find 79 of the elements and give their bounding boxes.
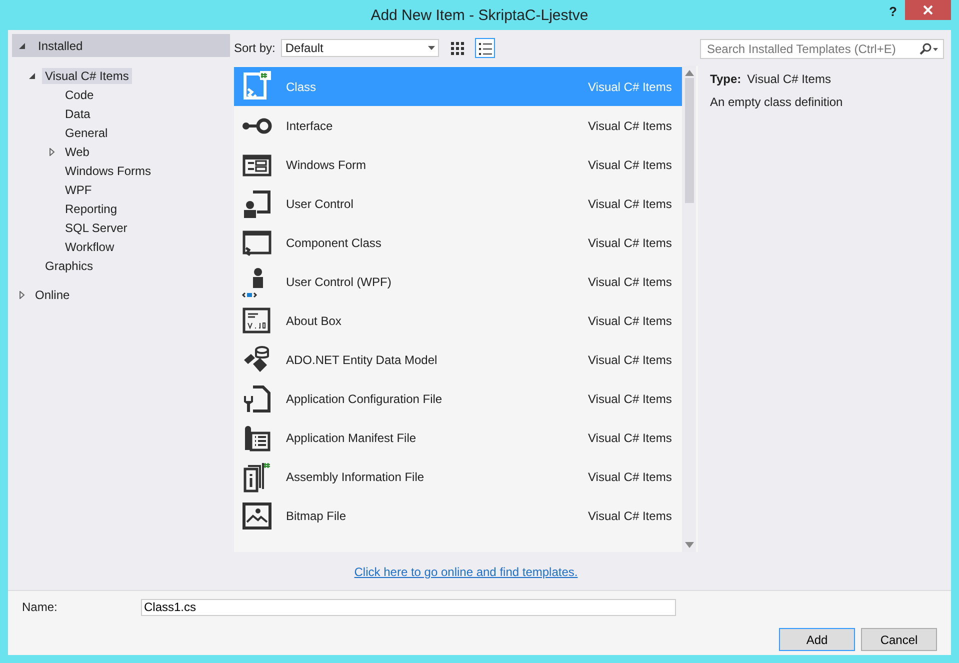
tree-item[interactable]: Graphics [42, 258, 96, 274]
template-row[interactable]: Application Configuration File Visual C# Items [234, 379, 682, 418]
image-icon [241, 500, 273, 532]
tree-item[interactable]: Data [62, 106, 94, 122]
section-header[interactable]: Installed [12, 34, 230, 57]
list-view-button[interactable] [475, 38, 496, 58]
tree-item[interactable]: Web [62, 144, 92, 160]
sort-dropdown[interactable]: Default [281, 39, 440, 57]
template-row[interactable]: User Control Visual C# Items [234, 184, 682, 223]
template-type: Visual C# Items [588, 118, 673, 132]
template-type: Visual C# Items [588, 236, 673, 250]
search-icon[interactable] [919, 43, 939, 55]
collapse-arrow-icon[interactable] [18, 42, 26, 50]
template-name: Application Configuration File [286, 392, 444, 406]
document-icon [241, 70, 273, 102]
template-row[interactable]: Interface Visual C# Items [234, 106, 682, 145]
collapse-arrow-icon[interactable] [28, 72, 36, 80]
close-icon [923, 5, 933, 15]
template-row[interactable]: User Control (WPF) Visual C# Items [234, 262, 682, 301]
tree-item[interactable]: SQL Server [62, 220, 130, 236]
tree-item[interactable]: Code [62, 86, 97, 102]
template-row[interactable]: About Box Visual C# Items [234, 301, 682, 340]
tree-item[interactable]: Visual C# Items [42, 68, 132, 84]
template-row[interactable]: Bitmap File Visual C# Items [234, 496, 682, 535]
type-label: Type: [710, 72, 742, 86]
template-type: Visual C# Items [588, 430, 673, 444]
template-row[interactable]: Component Class Visual C# Items [234, 223, 682, 262]
template-type: Visual C# Items [588, 196, 673, 210]
tree-item[interactable]: Windows Forms [62, 162, 154, 178]
expand-arrow-icon[interactable] [18, 290, 26, 298]
template-name: Application Manifest File [286, 430, 418, 444]
template-type: Visual C# Items [588, 392, 673, 406]
expand-arrow-icon[interactable] [48, 148, 56, 156]
template-name: About Box [286, 314, 342, 328]
template-name: User Control [286, 196, 354, 210]
template-name: Class [286, 80, 318, 94]
template-name: Windows Form [286, 158, 368, 172]
template-type: Visual C# Items [588, 80, 673, 94]
template-type: Visual C# Items [588, 314, 673, 328]
template-name: Interface [286, 118, 334, 132]
help-button[interactable]: ? [889, 4, 897, 19]
template-type: Visual C# Items [588, 274, 673, 288]
template-row[interactable]: Windows Form Visual C# Items [234, 145, 682, 184]
type-value: Visual C# Items [747, 72, 831, 86]
search-field[interactable]: Search Installed Templates (Ctrl+E) [700, 39, 944, 59]
info-document-icon [241, 460, 273, 492]
sort-label: Sort by: [234, 41, 276, 55]
template-type: Visual C# Items [588, 352, 673, 366]
template-type: Visual C# Items [588, 508, 673, 522]
window-title: Add New Item - SkriptaC-Ljestve [370, 6, 588, 24]
close-button[interactable] [905, 0, 951, 20]
template-name: Component Class [286, 236, 382, 250]
scroll-down-icon[interactable] [684, 542, 694, 548]
template-type: Visual C# Items [588, 158, 673, 172]
template-name: Bitmap File [286, 508, 348, 522]
tree-item[interactable]: WPF [62, 182, 95, 198]
template-name: Assembly Information File [286, 470, 426, 484]
scrollbar-thumb[interactable] [684, 78, 694, 203]
name-field[interactable]: Class1.cs [141, 598, 676, 616]
tree-item[interactable]: General [62, 124, 111, 140]
online-templates-link[interactable]: Click here to go online and find templates. [354, 565, 578, 579]
section-label[interactable]: Online [32, 286, 73, 302]
template-name: ADO.NET Entity Data Model [286, 352, 438, 366]
caret-icon [428, 46, 436, 50]
template-row[interactable]: ADO.NET Entity Data Model Visual C# Items [234, 340, 682, 379]
dialog-button[interactable]: Cancel [861, 628, 937, 651]
template-description: An empty class definition [710, 95, 844, 109]
template-row[interactable]: Application Manifest File Visual C# Items [234, 418, 682, 457]
dialog-button[interactable]: Add [779, 628, 855, 651]
tree-item[interactable]: Workflow [62, 238, 118, 254]
user-window-icon [241, 188, 273, 220]
wrench-document-icon [241, 382, 273, 414]
tree-item[interactable]: Reporting [62, 200, 120, 216]
template-name: User Control (WPF) [286, 274, 392, 288]
template-type: Visual C# Items [588, 470, 673, 484]
name-label: Name: [22, 600, 58, 614]
section-label: Installed [38, 38, 83, 52]
template-row[interactable]: Assembly Information File Visual C# Items [234, 457, 682, 496]
scroll-up-icon[interactable] [684, 70, 694, 76]
